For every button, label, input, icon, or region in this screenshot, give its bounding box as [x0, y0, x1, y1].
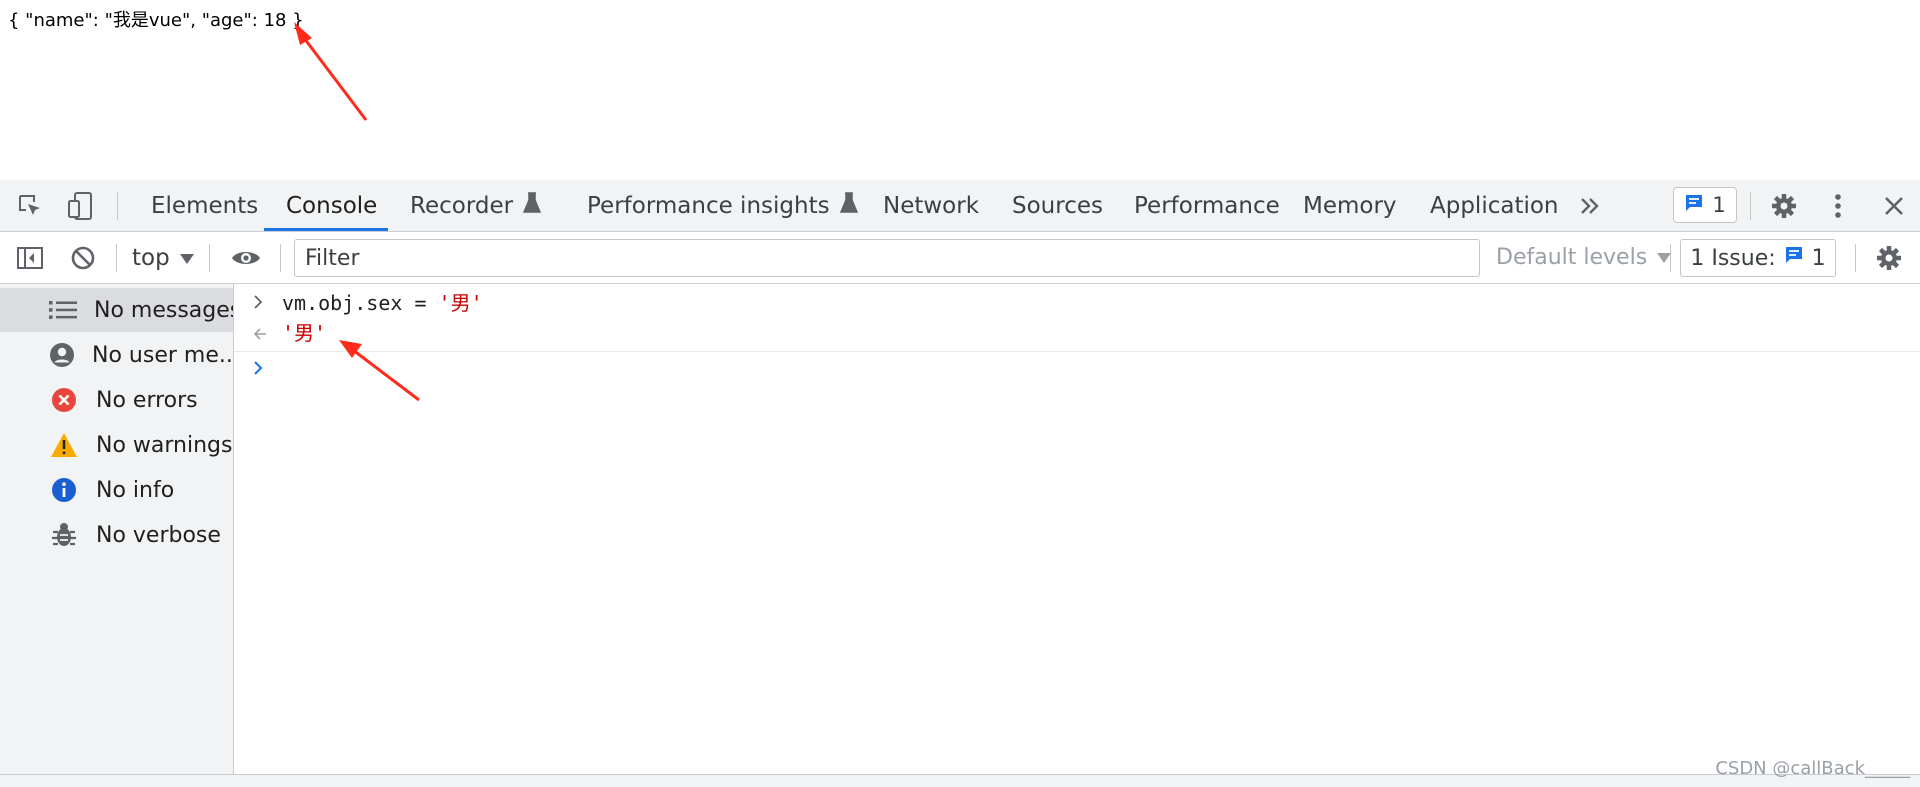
inspect-element-icon[interactable] [14, 190, 46, 222]
message-icon [1784, 245, 1804, 271]
tab-application[interactable]: Application [1430, 180, 1559, 232]
json-output: { "name": "我是vue", "age": 18 } [8, 10, 304, 31]
error-icon [49, 385, 79, 415]
sidebar-item-label: No user me... [92, 342, 233, 368]
toolbar-divider [1670, 244, 1671, 272]
toolbar-divider [1855, 244, 1856, 272]
devtools-tabbar: Elements Console Recorder Performance in… [0, 180, 1920, 232]
filter-input[interactable] [294, 239, 1480, 277]
drawer-strip [0, 774, 1920, 787]
issues-count: 1 [1811, 245, 1826, 271]
sidebar-item-label: No warnings [96, 432, 233, 458]
issues-label: 1 Issue: [1690, 245, 1776, 271]
tab-memory[interactable]: Memory [1303, 180, 1397, 232]
sidebar-item-label: No verbose [96, 522, 221, 548]
sidebar-item-info[interactable]: No info [0, 468, 233, 512]
context-label: top [132, 245, 170, 271]
message-icon [1684, 193, 1704, 218]
console-result-value: '男' [282, 321, 327, 345]
console-toolbar: top Default levels 1 Issue: 1 [0, 232, 1920, 284]
prompt-chevron-icon [252, 354, 264, 384]
sidebar-item-user-messages[interactable]: No user me... [0, 333, 233, 377]
console-settings-gear-icon[interactable] [1873, 242, 1905, 274]
sidebar-item-errors[interactable]: No errors [0, 378, 233, 422]
tabbar-divider [1750, 192, 1751, 220]
flask-icon [522, 181, 542, 233]
bug-icon [49, 520, 79, 550]
tab-performance-insights-label: Performance insights [587, 193, 830, 219]
sidebar-item-verbose[interactable]: No verbose [0, 513, 233, 557]
sidebar-item-warnings[interactable]: No warnings [0, 423, 233, 467]
live-expression-eye-icon[interactable] [230, 242, 262, 274]
tab-network[interactable]: Network [883, 180, 979, 232]
list-icon [49, 295, 77, 325]
console-prompt[interactable] [234, 354, 1920, 384]
info-icon [49, 475, 79, 505]
issues-counter-button[interactable]: 1 Issue: 1 [1680, 239, 1836, 277]
input-code-text: vm.obj.sex = [282, 291, 439, 315]
warning-icon [49, 430, 79, 460]
toolbar-divider [116, 244, 117, 272]
toolbar-divider [209, 244, 210, 272]
log-levels-label: Default levels [1496, 245, 1648, 270]
return-arrow-icon [252, 320, 268, 350]
sidebar-item-label: No errors [96, 387, 198, 413]
console-input-code: vm.obj.sex = '男' [282, 288, 483, 318]
sidebar-item-label: No info [96, 477, 175, 503]
flask-icon [839, 181, 858, 233]
watermark: CSDN @callBack_____ [1715, 758, 1910, 779]
issues-badge-button[interactable]: 1 [1673, 187, 1737, 223]
tab-console[interactable]: Console [286, 180, 377, 232]
issues-badge-count: 1 [1712, 193, 1726, 217]
tab-performance-insights[interactable]: Performance insights [587, 180, 858, 232]
more-tabs-icon[interactable] [1574, 190, 1606, 222]
sidebar-toggle-icon[interactable] [14, 242, 46, 274]
page-content: { "name": "我是vue", "age": 18 } [0, 0, 1920, 180]
devtools-panel: Elements Console Recorder Performance in… [0, 180, 1920, 787]
tab-performance[interactable]: Performance [1134, 180, 1280, 232]
tabbar-divider [117, 192, 118, 220]
context-selector[interactable]: top [132, 232, 194, 284]
caret-down-icon [179, 232, 194, 284]
more-options-icon[interactable] [1822, 190, 1854, 222]
chevron-right-icon [252, 288, 264, 318]
clear-console-icon[interactable] [67, 242, 99, 274]
toolbar-divider [280, 244, 281, 272]
user-icon [49, 340, 75, 370]
console-output: vm.obj.sex = '男' '男' [234, 284, 1920, 774]
tab-elements[interactable]: Elements [151, 180, 258, 232]
tab-recorder-label: Recorder [410, 193, 514, 219]
settings-gear-icon[interactable] [1768, 190, 1800, 222]
input-string-literal: '男' [438, 291, 483, 315]
console-result-line: '男' [234, 318, 1920, 352]
sidebar-item-label: No messages [94, 297, 233, 323]
device-toolbar-icon[interactable] [64, 190, 96, 222]
active-tab-indicator [264, 228, 388, 231]
sidebar-item-messages[interactable]: No messages [0, 288, 233, 332]
close-icon[interactable] [1878, 190, 1910, 222]
log-levels-dropdown[interactable]: Default levels [1496, 232, 1672, 284]
console-input-line: vm.obj.sex = '男' [234, 288, 1920, 318]
tab-recorder[interactable]: Recorder [410, 180, 542, 233]
tab-sources[interactable]: Sources [1012, 180, 1103, 232]
console-sidebar: No messages No user me... No errors No w… [0, 284, 234, 774]
